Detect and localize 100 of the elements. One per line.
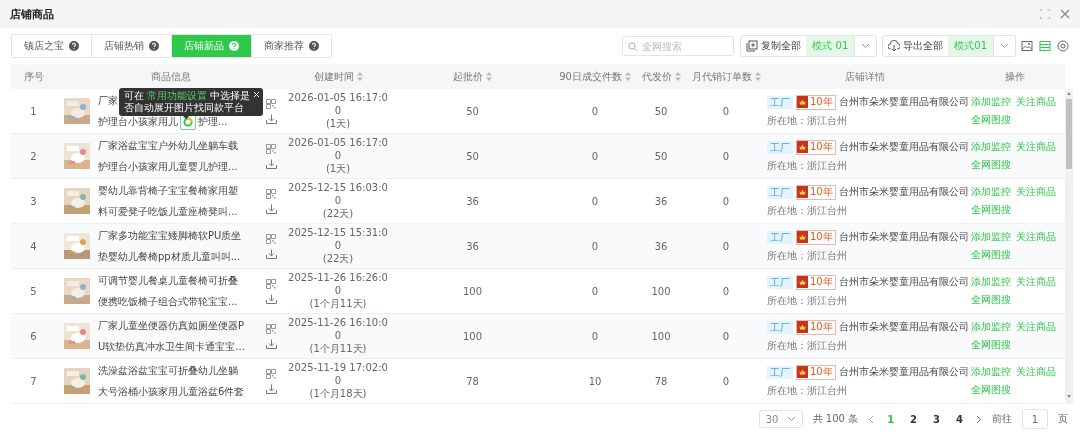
- years-badge: 10年: [796, 364, 836, 380]
- product-title[interactable]: 可调节婴儿餐桌儿童餐椅可折叠: [98, 273, 238, 288]
- table-cell: 0: [722, 150, 730, 162]
- total-count: 共 100 条: [812, 412, 859, 426]
- table-cell: 0: [591, 195, 599, 207]
- column-header: 操作: [1005, 69, 1025, 84]
- table-cell: (1个月11天): [309, 343, 367, 355]
- search-field[interactable]: 全网搜索: [622, 36, 735, 56]
- location-text: 所在地：浙江台州: [767, 293, 848, 308]
- factory-tag: 工厂: [767, 185, 793, 199]
- export-all-button[interactable]: 导出全部 模式01: [882, 35, 994, 57]
- factory-tag: 工厂: [767, 365, 793, 379]
- table-cell: (1天): [325, 163, 351, 175]
- row-number: 2: [30, 150, 37, 162]
- product-title[interactable]: 护理台小孩家用儿童婴儿护理...: [98, 159, 238, 174]
- company-name[interactable]: 台州市朵米婴童用品有限公司: [838, 275, 969, 289]
- location-text: 所在地：浙江台州: [767, 338, 848, 353]
- product-title[interactable]: 婴幼儿靠背椅子宝宝餐椅家用塑: [98, 183, 238, 198]
- table-cell: 0: [722, 285, 730, 297]
- product-title[interactable]: 护理...: [198, 114, 228, 129]
- table-cell: 50: [654, 150, 668, 162]
- table-cell: (1个月18天): [309, 388, 367, 400]
- factory-tag: 工厂: [767, 95, 793, 109]
- product-title[interactable]: 厂家儿童坐便器仿真如厕坐便器P: [98, 318, 245, 333]
- column-header[interactable]: 起批价: [453, 69, 483, 84]
- table-cell: 0: [722, 105, 730, 117]
- company-name[interactable]: 台州市朵米婴童用品有限公司: [838, 320, 969, 334]
- column-header: 序号: [23, 69, 44, 84]
- table-cell: 36: [654, 195, 668, 207]
- product-title[interactable]: 厂家: [98, 93, 118, 108]
- table-cell: 78: [654, 375, 668, 387]
- settings-link[interactable]: 常用功能设置: [147, 90, 208, 101]
- row-number: 1: [30, 105, 37, 117]
- product-title[interactable]: 便携吃饭椅子组合式带轮宝宝...: [98, 294, 238, 309]
- years-badge: 10年: [796, 139, 836, 155]
- table-cell: 100: [651, 285, 671, 297]
- table-cell: (22天): [322, 253, 354, 265]
- company-name[interactable]: 台州市朵米婴童用品有限公司: [838, 185, 969, 199]
- table-cell: 0: [722, 375, 730, 387]
- product-title[interactable]: 垫婴幼儿餐椅pp材质儿童叫叫...: [98, 249, 241, 264]
- page-button[interactable]: 4: [953, 413, 966, 425]
- years-badge: 10年: [796, 274, 836, 290]
- product-title[interactable]: 洗澡盆浴盆宝宝可折叠幼儿坐躺: [98, 363, 238, 378]
- product-title[interactable]: 大号浴桶小孩家用儿童浴盆6件套: [98, 384, 245, 399]
- column-header: 店铺详情: [845, 69, 885, 84]
- column-header[interactable]: 90日成交件数: [559, 69, 622, 84]
- table-cell: 50: [654, 105, 668, 117]
- location-text: 所在地：浙江台州: [767, 383, 848, 398]
- column-header: 商品信息: [151, 69, 191, 84]
- company-name[interactable]: 台州市朵米婴童用品有限公司: [838, 365, 969, 379]
- product-title[interactable]: 护理台小孩家用儿: [98, 114, 178, 129]
- table-cell: 0: [334, 150, 342, 162]
- table-cell: 2025-11-26 16:26:0: [288, 272, 388, 284]
- table-cell: 50: [466, 105, 479, 117]
- tab[interactable]: 镇店之宝: [12, 35, 92, 57]
- column-header[interactable]: 月代销订单数: [691, 69, 752, 84]
- table-cell: (1天): [325, 118, 351, 130]
- copy-all-button[interactable]: 复制全部 模式 01: [740, 35, 856, 57]
- factory-tag: 工厂: [767, 230, 793, 244]
- row-number: 4: [30, 240, 37, 252]
- row-number: 3: [30, 195, 37, 207]
- table-cell: 0: [334, 285, 342, 297]
- table-cell: 2025-11-19 17:02:0: [288, 362, 388, 374]
- product-title[interactable]: 料可爱凳子吃饭儿童座椅凳叫...: [98, 204, 238, 219]
- table-cell: (1个月11天): [309, 298, 367, 310]
- table-cell: 36: [466, 240, 479, 252]
- company-name[interactable]: 台州市朵米婴童用品有限公司: [838, 95, 969, 109]
- years-badge: 10年: [796, 229, 836, 245]
- table-cell: 0: [591, 150, 599, 162]
- tooltip-text: 可在 常用功能设置 中选择是否自动展开图片找同款平台: [124, 90, 251, 113]
- page-button[interactable]: 3: [930, 413, 944, 425]
- table-cell: 36: [466, 195, 479, 207]
- column-header[interactable]: 创建时间: [313, 69, 354, 84]
- row-number: 5: [30, 285, 37, 297]
- table-cell: 0: [334, 195, 342, 207]
- table-cell: 2026-01-05 16:17:0: [288, 92, 388, 104]
- table-cell: 0: [591, 285, 599, 297]
- table-cell: 10: [588, 375, 602, 387]
- mode-badge: 模式 01: [806, 36, 855, 56]
- column-header[interactable]: 代发价: [641, 69, 672, 84]
- table-cell: 100: [462, 285, 483, 297]
- years-badge: 10年: [796, 319, 836, 335]
- years-badge: 10年: [796, 184, 836, 200]
- product-title[interactable]: 厂家浴盆宝宝户外幼儿坐躺车载: [98, 138, 238, 153]
- company-name[interactable]: 台州市朵米婴童用品有限公司: [838, 230, 969, 244]
- table-cell: 0: [722, 195, 730, 207]
- factory-tag: 工厂: [767, 275, 793, 289]
- table-cell: 0: [722, 240, 730, 252]
- table-cell: 0: [334, 105, 342, 117]
- table-cell: 0: [334, 330, 342, 342]
- company-name[interactable]: 台州市朵米婴童用品有限公司: [838, 140, 969, 154]
- table-cell: 2025-12-15 16:03:0: [288, 182, 388, 194]
- table-cell: 0: [334, 375, 342, 387]
- product-title[interactable]: U软垫仿真冲水卫生间卡通宝宝...: [98, 339, 245, 354]
- factory-tag: 工厂: [767, 140, 793, 154]
- page-size-select[interactable]: 30: [758, 410, 803, 428]
- page-input[interactable]: 1: [1022, 409, 1048, 429]
- page-button[interactable]: 2: [907, 413, 921, 425]
- table-cell: 78: [466, 375, 479, 387]
- product-title[interactable]: 厂家多功能宝宝矮脚椅软PU质坐: [98, 228, 242, 243]
